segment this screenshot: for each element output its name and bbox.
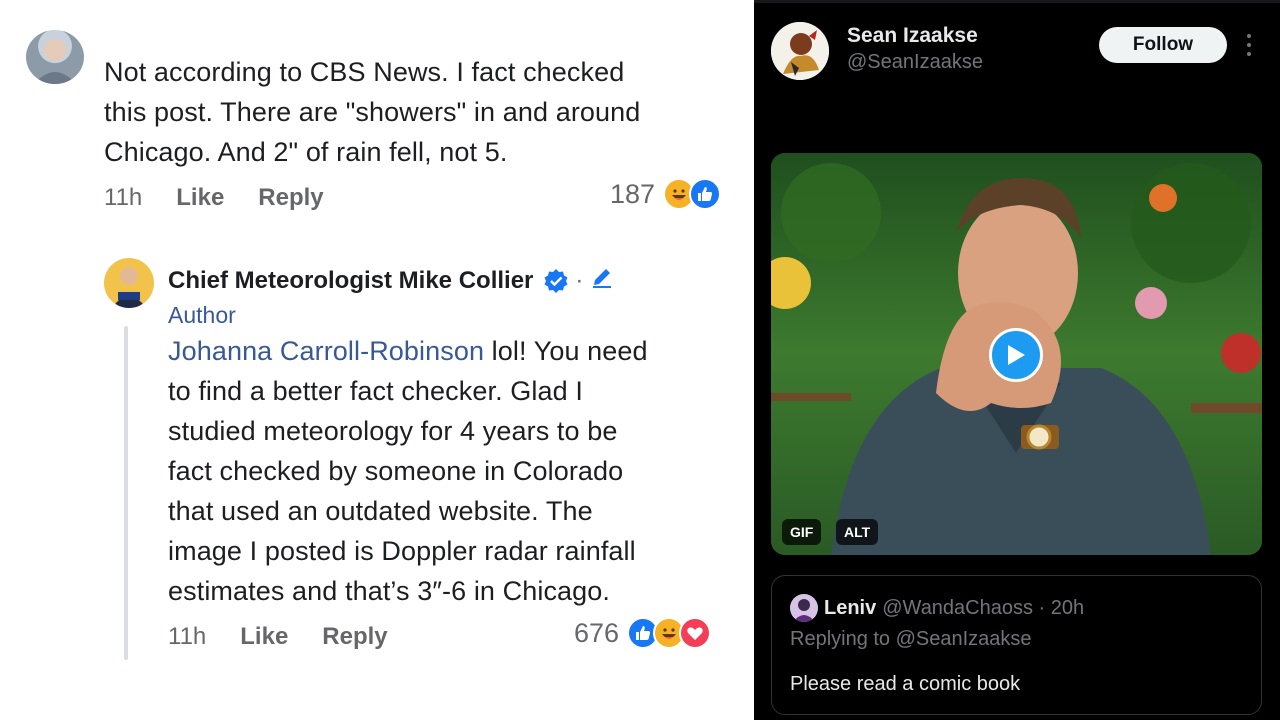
display-name[interactable]: Sean Izaakse bbox=[847, 24, 978, 48]
author-name[interactable]: Chief Meteorologist Mike Collier bbox=[168, 267, 533, 295]
gif-media[interactable] bbox=[771, 153, 1262, 555]
reply-line: image I posted is Doppler radar rainfall bbox=[168, 536, 636, 566]
top-divider bbox=[754, 0, 1280, 3]
edited-pencil-icon bbox=[589, 264, 615, 297]
comment-time[interactable]: 11h bbox=[104, 184, 142, 212]
facebook-comment-panel: Not according to CBS News. I fact checke… bbox=[0, 0, 754, 720]
reply-line: studied meteorology for 4 years to be bbox=[168, 416, 618, 446]
reaction-count: 187 bbox=[610, 178, 656, 209]
play-button[interactable] bbox=[989, 328, 1043, 382]
alt-text-button[interactable]: ALT bbox=[836, 519, 879, 545]
love-reaction-icon bbox=[679, 617, 712, 649]
commenter-avatar[interactable] bbox=[26, 30, 84, 84]
follow-button[interactable]: Follow bbox=[1099, 27, 1227, 63]
gif-badge: GIF bbox=[782, 519, 822, 545]
comment-line: this post. There are "showers" in and ar… bbox=[104, 97, 641, 127]
reply-thread-line bbox=[124, 326, 128, 660]
author-avatar[interactable] bbox=[104, 258, 154, 308]
more-options-icon[interactable] bbox=[1244, 34, 1254, 56]
like-button[interactable]: Like bbox=[176, 184, 224, 212]
reply-button[interactable]: Reply bbox=[322, 623, 387, 651]
reaction-summary[interactable]: 187 bbox=[610, 178, 722, 210]
reaction-count: 676 bbox=[574, 617, 620, 648]
reply-card[interactable]: Leniv @WandaChaoss · 20h Replying to @Se… bbox=[771, 575, 1262, 715]
reaction-summary[interactable]: 676 bbox=[574, 617, 712, 649]
like-reaction-icon bbox=[689, 178, 722, 210]
author-name-row: Chief Meteorologist Mike Collier · bbox=[168, 264, 615, 297]
replying-to-label: Replying to @SeanIzaakse bbox=[790, 628, 1032, 650]
reply-author-avatar[interactable] bbox=[790, 594, 818, 622]
reply-line: estimates and that’s 3″-6 in Chicago. bbox=[168, 576, 611, 606]
comment-actions: 11h Like Reply bbox=[104, 184, 324, 212]
verified-badge-icon bbox=[543, 268, 569, 294]
comment-line: Not according to CBS News. I fact checke… bbox=[104, 57, 625, 87]
comment-body: Not according to CBS News. I fact checke… bbox=[104, 52, 640, 172]
reply-line: lol! You need bbox=[484, 336, 648, 366]
reply-button[interactable]: Reply bbox=[258, 184, 323, 212]
reply-author-name[interactable]: Leniv bbox=[824, 597, 876, 620]
author-badge: Author bbox=[168, 302, 236, 328]
reply-text: Please read a comic book bbox=[790, 673, 1021, 695]
profile-avatar[interactable] bbox=[771, 22, 829, 80]
reply-author-handle-time: @WandaChaoss · 20h bbox=[882, 596, 1085, 619]
reply-line: to find a better fact checker. Glad I bbox=[168, 376, 583, 406]
mention-link[interactable]: Johanna Carroll-Robinson bbox=[168, 336, 484, 366]
reply-actions: 11h Like Reply bbox=[168, 623, 388, 651]
comment-line: Chicago. And 2" of rain fell, not 5. bbox=[104, 137, 508, 167]
reply-line: fact checked by someone in Colorado bbox=[168, 456, 624, 486]
twitter-post-panel: Sean Izaakse @SeanIzaakse Follow GIF ALT… bbox=[754, 0, 1280, 720]
reply-time[interactable]: 11h bbox=[168, 623, 206, 651]
user-handle[interactable]: @SeanIzaakse bbox=[847, 51, 983, 74]
like-button[interactable]: Like bbox=[240, 623, 288, 651]
reply-line: that used an outdated website. The bbox=[168, 496, 593, 526]
reply-body: Johanna Carroll-Robinson lol! You need t… bbox=[168, 331, 648, 611]
